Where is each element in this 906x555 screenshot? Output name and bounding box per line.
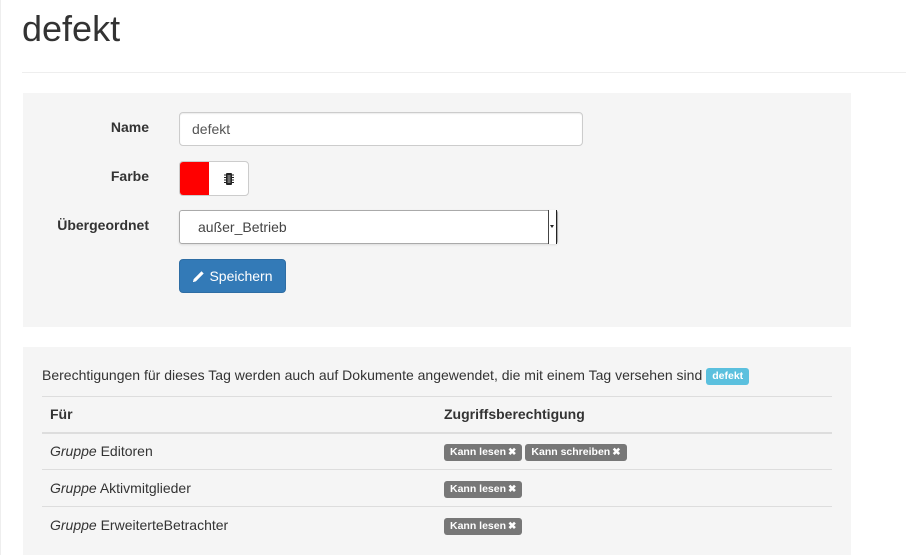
table-row: Gruppe Editoren Kann lesen ✖ Kann schreiben… <box>42 432 832 470</box>
name-input[interactable] <box>179 112 583 146</box>
permissions-intro: Berechtigungen für dieses Tag werden auc… <box>42 367 750 385</box>
remove-icon[interactable]: ✖ <box>508 447 516 458</box>
principal-cell: Gruppe Editoren <box>42 432 436 470</box>
color-swatch[interactable] <box>180 162 209 195</box>
parent-select-value: außer_Betrieb <box>198 219 287 235</box>
parent-select[interactable]: außer_Betrieb <box>179 210 558 244</box>
principal-name: Editoren <box>100 443 153 460</box>
permissions-panel: Berechtigungen für dieses Tag werden auc… <box>23 347 851 555</box>
chip-icon <box>223 172 234 185</box>
tag-badge: defekt <box>706 368 750 385</box>
table-header-row: Für Zugriffsberechtigung <box>42 396 832 434</box>
access-right-text: Kann lesen <box>450 445 507 458</box>
column-header-access: Zugriffsberechtigung <box>436 396 832 434</box>
remove-icon[interactable]: ✖ <box>508 521 516 532</box>
access-right-text: Kann lesen <box>450 519 507 532</box>
access-right-label: Kann lesen ✖ <box>444 480 523 498</box>
name-label: Name <box>110 119 149 135</box>
chevron-down-icon[interactable] <box>548 210 557 244</box>
permissions-intro-text: Berechtigungen für dieses Tag werden auc… <box>42 367 703 383</box>
access-right-text: Kann lesen <box>450 482 507 495</box>
page-title: defekt <box>22 8 121 49</box>
principal-type: Gruppe <box>50 480 97 496</box>
access-right-label: Kann schreiben ✖ <box>525 443 627 461</box>
title-divider <box>22 72 906 73</box>
access-right-label: Kann lesen ✖ <box>444 517 523 535</box>
access-right-label: Kann lesen ✖ <box>444 443 523 461</box>
table-row: Gruppe ErweiterteBetrachter Kann lesen ✖ <box>42 507 832 544</box>
pencil-icon <box>193 270 205 282</box>
color-picker-addon[interactable] <box>209 162 248 195</box>
save-button-label: Speichern <box>209 268 273 284</box>
principal-type: Gruppe <box>50 443 97 460</box>
principal-type: Gruppe <box>50 517 97 534</box>
color-picker[interactable] <box>179 161 249 196</box>
parent-label: Übergeordnet <box>57 217 149 233</box>
color-label: Farbe <box>110 168 149 184</box>
access-cell: Kann lesen ✖ <box>436 469 832 507</box>
save-button[interactable]: Speichern <box>179 259 286 293</box>
access-cell: Kann lesen ✖ <box>436 507 832 544</box>
principal-name: Aktivmitglieder <box>99 480 191 496</box>
left-border <box>0 0 1 555</box>
tag-edit-form: Name Farbe Übergeordnet außer_Betrieb <box>23 93 851 327</box>
access-right-text: Kann schreiben <box>531 445 611 458</box>
principal-cell: Gruppe ErweiterteBetrachter <box>42 507 436 544</box>
access-cell: Kann lesen ✖ Kann schreiben ✖ <box>436 432 832 470</box>
remove-icon[interactable]: ✖ <box>612 447 620 458</box>
remove-icon[interactable]: ✖ <box>508 484 516 495</box>
principal-name: ErweiterteBetrachter <box>100 517 229 534</box>
permissions-table: Für Zugriffsberechtigung Gruppe Editoren… <box>42 396 832 544</box>
column-header-for: Für <box>42 396 436 434</box>
table-row: Gruppe Aktivmitglieder Kann lesen ✖ <box>42 469 832 507</box>
principal-cell: Gruppe Aktivmitglieder <box>42 469 436 507</box>
